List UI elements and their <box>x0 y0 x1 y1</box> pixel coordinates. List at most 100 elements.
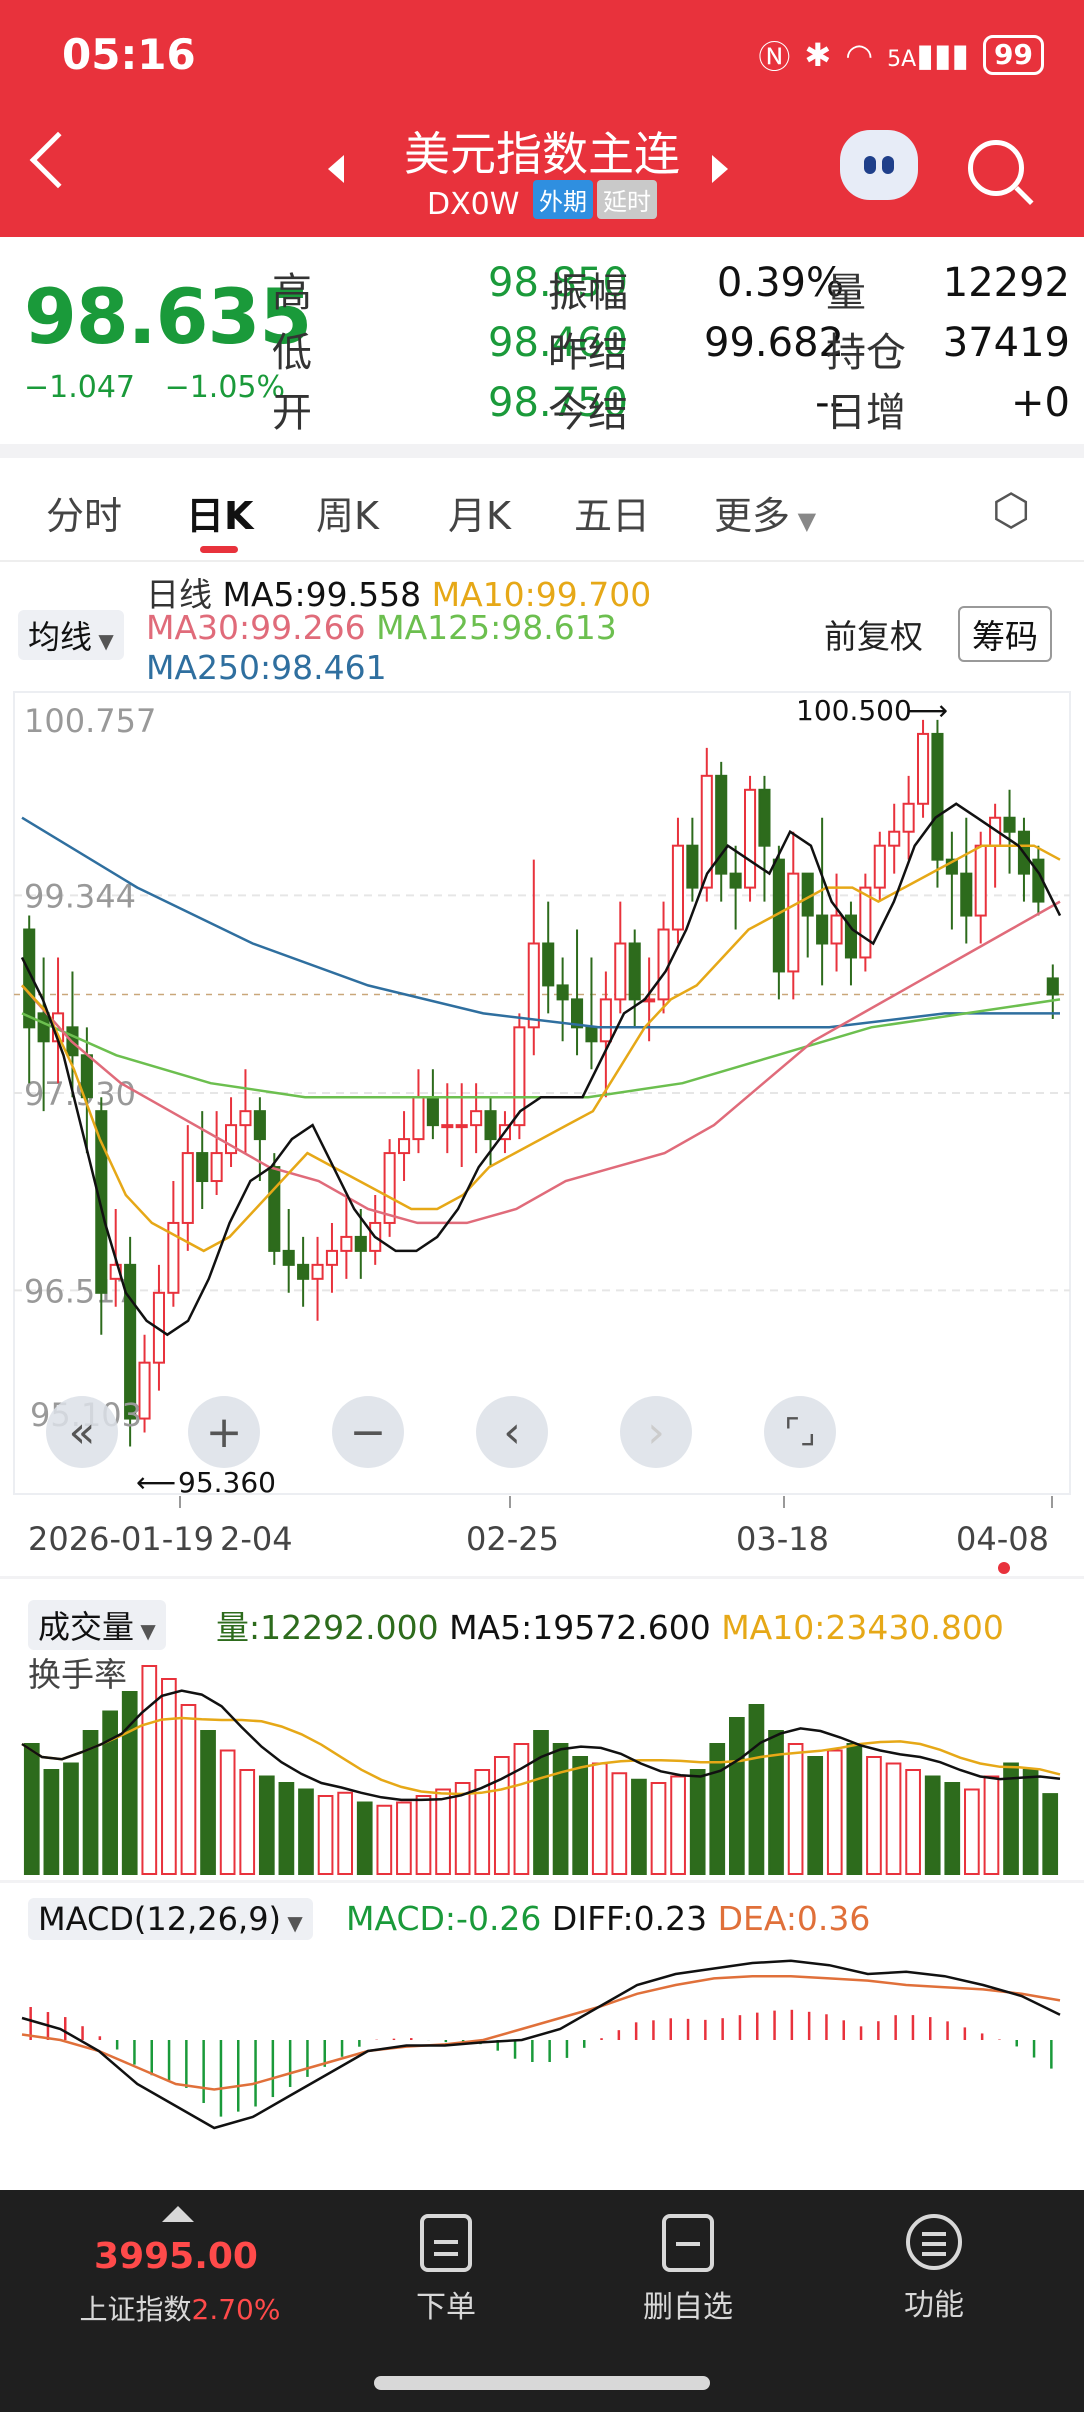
volume-bar-up <box>219 1749 236 1875</box>
quote-value: +0 <box>1011 380 1070 426</box>
tab-more[interactable]: 更多 ▼ <box>714 485 816 540</box>
candle-up <box>239 1110 252 1127</box>
expand-up-icon[interactable] <box>162 2206 194 2222</box>
ma-selector-dropdown[interactable]: 均线 ▼ <box>18 610 124 660</box>
volume-bar-down <box>709 1743 726 1875</box>
order-doc-icon <box>420 2214 472 2272</box>
macd-selector-dropdown[interactable]: MACD(12,26,9) ▼ <box>28 1898 313 1940</box>
candle-up <box>470 1110 483 1127</box>
quote-value: 99.682 <box>704 320 844 366</box>
volume-bar-down <box>572 1756 589 1875</box>
candle-up <box>657 928 670 1001</box>
ma125-legend: MA125:98.613 <box>376 608 617 647</box>
candle-down <box>1046 977 1059 996</box>
candle-up <box>527 942 540 1029</box>
volume-bar-down <box>552 1743 569 1875</box>
candle-up <box>311 1263 324 1280</box>
section-divider <box>0 444 1084 458</box>
volume-legend: 量:12292.000 MA5:19572.600 MA10:23430.800 <box>216 1601 1004 1649</box>
candle-up <box>974 844 987 917</box>
chips-button[interactable]: 筹码 <box>958 606 1052 662</box>
low-arrow: ⟵ <box>136 1466 176 1499</box>
tab-weekly-k[interactable]: 周K <box>316 485 379 540</box>
candle-down <box>268 1166 281 1252</box>
quote-value: 12292 <box>942 260 1070 306</box>
candle-up <box>325 1249 339 1266</box>
candle-down <box>960 872 973 917</box>
assistant-robot-icon[interactable] <box>840 130 918 200</box>
index-pct: 2.70% <box>191 2293 281 2326</box>
volume-bar-up <box>866 1756 882 1875</box>
candle-down <box>297 1263 310 1280</box>
x-tick-date-5: 04-08 <box>956 1520 1049 1558</box>
remove-watch-icon <box>662 2214 714 2272</box>
volume-bar-up <box>513 1743 530 1875</box>
volume-bar-down <box>924 1775 941 1875</box>
macd-dea-line <box>21 1974 1061 2091</box>
candle-down <box>95 1110 108 1294</box>
scroll-right-button[interactable]: › <box>620 1396 692 1468</box>
candle-up <box>412 1096 425 1141</box>
tab-five-day[interactable]: 五日 <box>574 485 650 540</box>
volume-bar-down <box>689 1769 706 1875</box>
candle-up <box>397 1138 411 1155</box>
y-tick-label: 99.344 <box>24 877 136 915</box>
candle-down <box>931 732 944 861</box>
volume-bar-down <box>23 1743 40 1875</box>
volume-bar-down <box>768 1730 784 1875</box>
candle-down <box>282 1249 295 1266</box>
settings-hexagon-icon[interactable]: ⬡ <box>992 485 1030 536</box>
candle-up <box>599 998 612 1043</box>
candle-down <box>37 1012 50 1043</box>
index-label[interactable]: 上证指数2.70% <box>70 2288 290 2328</box>
volume-bar-down <box>533 1730 549 1875</box>
volume-bar-down <box>846 1743 863 1875</box>
volume-bar-down <box>944 1782 961 1875</box>
candle-up <box>787 872 800 973</box>
index-value[interactable]: 3995.00 <box>76 2236 276 2277</box>
nav-remove-watch[interactable]: 删自选 <box>588 2214 788 2326</box>
volume-bar-down <box>748 1704 765 1875</box>
scroll-left-fast-button[interactable]: « <box>46 1396 118 1468</box>
candle-up <box>210 1152 223 1183</box>
home-indicator[interactable] <box>374 2376 710 2390</box>
nav-functions[interactable]: 功能 <box>834 2214 1034 2324</box>
volume-bar-down <box>82 1730 99 1875</box>
change-value: −1.047 <box>24 370 136 405</box>
candle-down <box>585 1026 598 1043</box>
tab-monthly-k[interactable]: 月K <box>448 485 511 540</box>
candle-up <box>340 1235 353 1252</box>
volume-selector-dropdown[interactable]: 成交量 ▼ <box>28 1600 166 1650</box>
volume-bar-down <box>1022 1769 1039 1875</box>
volume-bar-up <box>376 1804 393 1875</box>
foreign-tag: 外期 <box>532 180 593 219</box>
candle-down <box>1003 816 1016 833</box>
zoom-out-button[interactable]: − <box>332 1396 404 1468</box>
tab-intraday[interactable]: 分时 <box>46 485 122 540</box>
fullscreen-button[interactable]: ⌜⌟ <box>764 1396 836 1468</box>
x-tick-date-4: 03-18 <box>736 1520 829 1558</box>
x-tick-date-3: 02-25 <box>466 1520 559 1558</box>
delay-tag: 延时 <box>596 180 657 219</box>
nav-order[interactable]: 下单 <box>346 2214 546 2326</box>
volume-bar-up <box>591 1762 608 1875</box>
contract-code-line: DX0W 外期 延时 <box>0 180 1084 222</box>
volume-bar-down <box>200 1730 216 1875</box>
volume-bar-down <box>63 1762 79 1875</box>
search-icon[interactable] <box>968 140 1024 196</box>
last-price: 98.635 <box>24 272 312 361</box>
volume-bar-up <box>885 1762 902 1875</box>
menu-circle-icon <box>906 2214 962 2270</box>
volume-bar-up <box>239 1769 256 1875</box>
zoom-in-button[interactable]: + <box>188 1396 260 1468</box>
candle-down <box>542 942 555 987</box>
volume-bar-up <box>337 1791 354 1875</box>
candle-up <box>441 1124 454 1129</box>
tab-daily-k[interactable]: 日K <box>186 485 253 540</box>
app-root: 05:16 Ⓝ ✱ ◠ 5A▮▮▮ 99 美元指数主连 DX0W 外期 延时 98… <box>0 0 1084 2412</box>
chevron-down-icon: ▼ <box>790 507 817 535</box>
status-icons: Ⓝ ✱ ◠ 5A▮▮▮ 99 <box>758 32 1044 78</box>
scroll-left-button[interactable]: ‹ <box>476 1396 548 1468</box>
adjust-label[interactable]: 前复权 <box>824 610 923 658</box>
ma125-line <box>21 998 1061 1099</box>
